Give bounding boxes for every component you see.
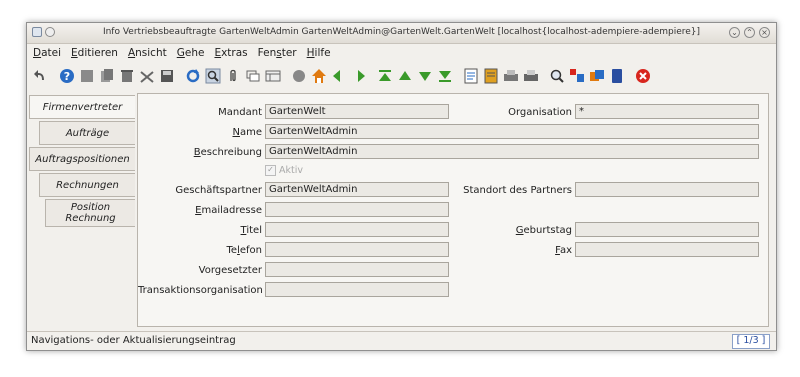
tab-position-rechnung[interactable]: Position Rechnung [45, 199, 135, 227]
tab-label: Aufträge [65, 127, 110, 139]
print-preview-icon[interactable] [503, 68, 519, 84]
record-panel: Mandant GartenWelt Organisation * Name G… [137, 93, 769, 327]
menu-gehe[interactable]: Gehe [177, 47, 205, 59]
aktiv-label: Aktiv [279, 165, 303, 176]
history-icon[interactable] [291, 68, 307, 84]
window-title: Info Vertriebsbeauftragte GartenWeltAdmi… [102, 27, 701, 37]
request-icon[interactable] [569, 68, 585, 84]
beschreibung-field[interactable]: GartenWeltAdmin [265, 144, 759, 159]
zoom-across-icon[interactable] [549, 68, 565, 84]
telefon-label: Telefon [226, 245, 262, 256]
chat-icon[interactable] [245, 68, 261, 84]
tab-list: Firmenvertreter Aufträge Auftragspositio… [29, 95, 137, 325]
geschaeftspartner-label: Geschäftspartner [175, 185, 262, 196]
vorgesetzter-field[interactable] [265, 262, 449, 277]
delete-selection-icon[interactable] [139, 68, 155, 84]
tab-auftragspositionen[interactable]: Auftragspositionen [29, 147, 135, 171]
mandant-label: Mandant [218, 107, 262, 118]
grid-toggle-icon[interactable] [265, 68, 281, 84]
mandant-field[interactable]: GartenWelt [265, 104, 449, 119]
svg-text:?: ? [64, 70, 70, 83]
menu-hilfe[interactable]: Hilfe [307, 47, 331, 59]
archive-icon[interactable] [483, 68, 499, 84]
new-record-icon[interactable] [79, 68, 95, 84]
geschaeftspartner-field[interactable]: GartenWeltAdmin [265, 182, 449, 197]
tab-label: Auftragspositionen [35, 153, 130, 165]
organisation-label: Organisation [508, 107, 572, 118]
email-field[interactable] [265, 202, 449, 217]
detail-record-icon[interactable] [351, 68, 367, 84]
application-window: Info Vertriebsbeauftragte GartenWeltAdmi… [26, 22, 777, 351]
last-record-icon[interactable] [437, 68, 453, 84]
fax-field[interactable] [575, 242, 759, 257]
help-icon[interactable]: ? [59, 68, 75, 84]
first-record-icon[interactable] [377, 68, 393, 84]
menu-editieren[interactable]: Editieren [71, 47, 118, 59]
save-icon[interactable] [159, 68, 175, 84]
menu-extras[interactable]: Extras [214, 47, 247, 59]
titel-label: Titel [240, 225, 262, 236]
toolbar: ? [27, 63, 782, 89]
transaktionsorganisation-field[interactable] [265, 282, 449, 297]
menu-bar: Datei Editieren Ansicht Gehe Extras Fens… [27, 44, 782, 62]
vorgesetzter-label: Vorgesetzter [198, 265, 262, 276]
checkmark-icon: ✓ [265, 165, 276, 176]
menu-datei[interactable]: Datei [33, 47, 61, 59]
status-bar: Navigations- oder Aktualisierungseintrag… [27, 331, 776, 350]
parent-record-icon[interactable] [331, 68, 347, 84]
email-label: Emailadresse [195, 205, 262, 216]
record-counter[interactable]: [ 1/3 ] [732, 334, 770, 349]
titel-field[interactable] [265, 222, 449, 237]
geburtstag-label: Geburtstag [515, 225, 572, 236]
title-bar: Info Vertriebsbeauftragte GartenWeltAdmi… [27, 23, 776, 44]
delete-record-icon[interactable] [119, 68, 135, 84]
name-label: Name [232, 127, 262, 138]
previous-record-icon[interactable] [397, 68, 413, 84]
find-icon[interactable] [205, 68, 221, 84]
minimize-icon[interactable]: ⌄ [729, 27, 740, 38]
menu-ansicht[interactable]: Ansicht [128, 47, 167, 59]
close-window-icon[interactable]: × [759, 27, 770, 38]
report-icon[interactable] [463, 68, 479, 84]
undo-icon[interactable] [33, 68, 49, 84]
telefon-field[interactable] [265, 242, 449, 257]
aktiv-checkbox[interactable]: ✓ Aktiv [265, 165, 303, 176]
beschreibung-label: Beschreibung [193, 147, 262, 158]
organisation-field[interactable]: * [575, 104, 759, 119]
tab-label: Rechnungen [56, 179, 119, 191]
close-icon[interactable] [635, 68, 651, 84]
menu-fenster[interactable]: Fenster [258, 47, 297, 59]
product-info-icon[interactable] [609, 68, 625, 84]
geburtstag-field[interactable] [575, 222, 759, 237]
status-text: Navigations- oder Aktualisierungseintrag [31, 335, 236, 346]
tab-label: Position Rechnung [65, 202, 116, 224]
standort-label: Standort des Partners [463, 185, 572, 196]
print-icon[interactable] [523, 68, 539, 84]
tab-rechnungen[interactable]: Rechnungen [39, 173, 135, 197]
fax-label: Fax [555, 245, 572, 256]
home-icon[interactable] [311, 68, 327, 84]
tab-label: Firmenvertreter [42, 101, 123, 113]
copy-record-icon[interactable] [99, 68, 115, 84]
tab-auftraege[interactable]: Aufträge [39, 121, 135, 145]
next-record-icon[interactable] [417, 68, 433, 84]
name-field[interactable]: GartenWeltAdmin [265, 124, 759, 139]
attachment-icon[interactable] [225, 68, 241, 84]
maximize-icon[interactable]: ⌃ [744, 27, 755, 38]
transaktionsorganisation-label: Transaktionsorganisation [138, 285, 263, 296]
workflow-icon[interactable] [589, 68, 605, 84]
tab-firmenvertreter[interactable]: Firmenvertreter [29, 95, 135, 119]
refresh-icon[interactable] [185, 68, 201, 84]
standort-field[interactable] [575, 182, 759, 197]
